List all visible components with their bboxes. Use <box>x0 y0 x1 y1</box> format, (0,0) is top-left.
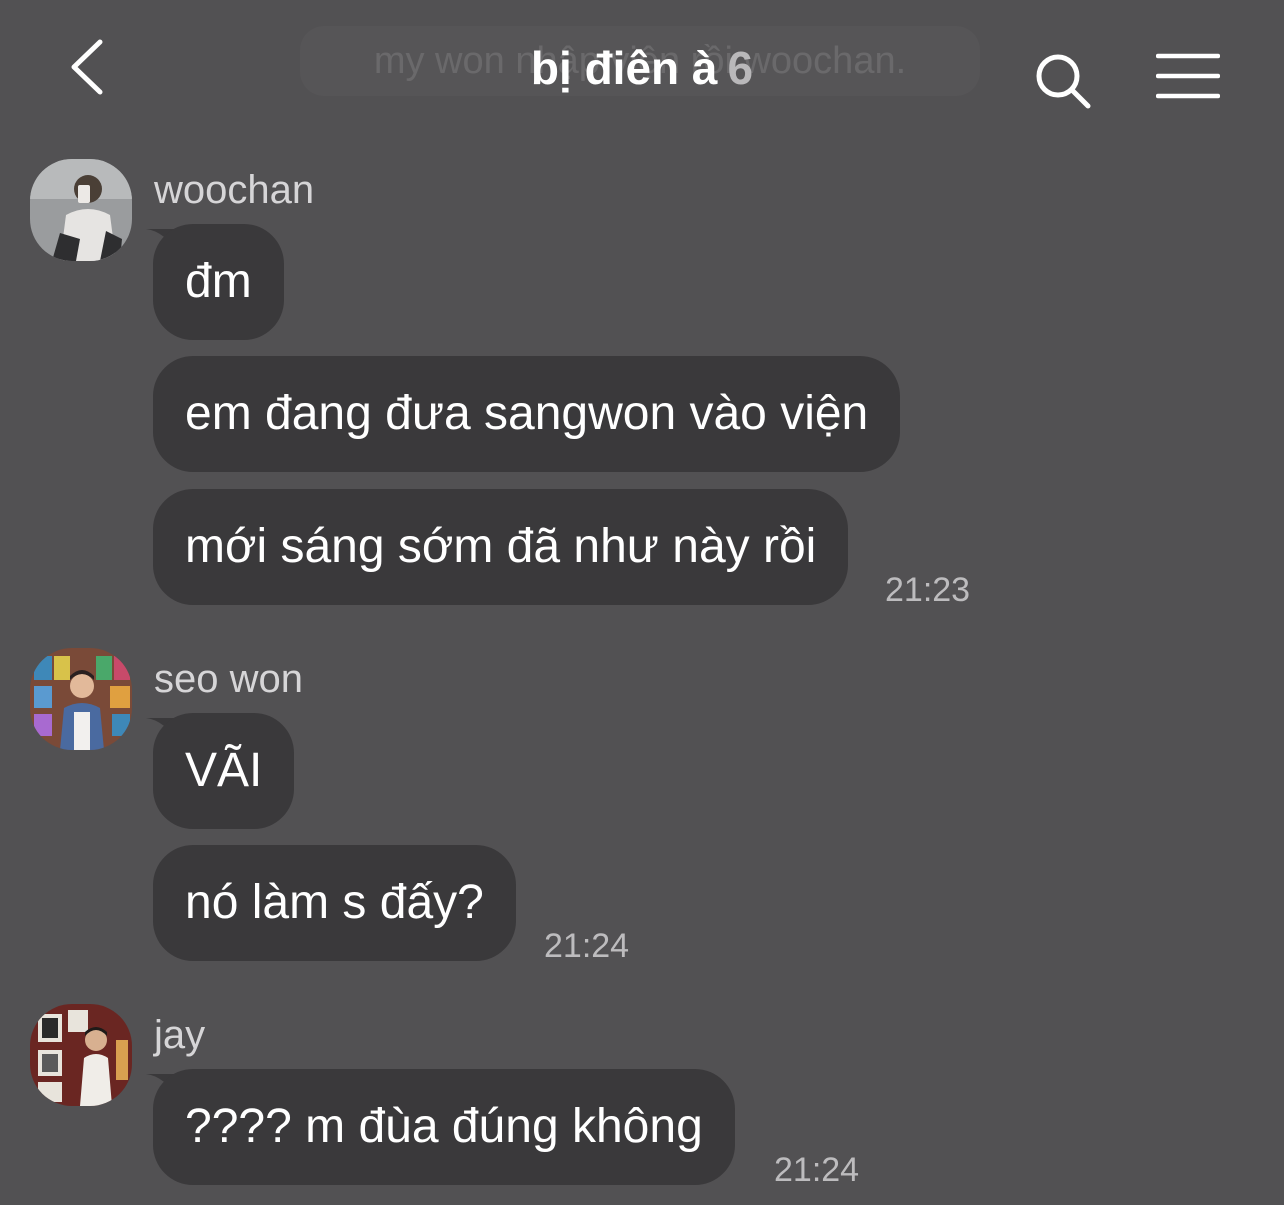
avatar[interactable] <box>30 159 132 261</box>
avatar[interactable] <box>30 648 132 750</box>
message-time: 21:23 <box>885 571 971 609</box>
profile-photo-icon <box>30 648 132 750</box>
chat-header: my won nhập viện rồi woochan. bị điên à6 <box>0 0 1284 140</box>
profile-photo-icon <box>30 159 132 261</box>
profile-photo-icon <box>30 1004 132 1106</box>
message-group: jay ???? m đùa đúng không 21:24 <box>0 1004 1284 1204</box>
sender-name: seo won <box>154 657 303 701</box>
sender-name: jay <box>154 1013 206 1057</box>
sender-name: woochan <box>154 168 315 212</box>
message-bubble[interactable]: ???? m đùa đúng không <box>153 1069 735 1185</box>
message-bubble[interactable]: em đang đưa sangwon vào viện <box>153 356 901 472</box>
message-bubble[interactable]: VÃI <box>153 713 295 829</box>
back-button[interactable] <box>60 34 120 98</box>
avatar[interactable] <box>30 1004 132 1106</box>
message-time: 21:24 <box>544 927 630 965</box>
message-bubble[interactable]: mới sáng sớm đã như này rồi <box>153 489 849 605</box>
back-arrow-icon <box>71 39 103 95</box>
menu-button[interactable] <box>1155 52 1221 100</box>
search-icon <box>1036 54 1091 109</box>
message-bubble[interactable]: đm <box>153 224 284 340</box>
message-time: 21:24 <box>774 1151 860 1189</box>
pinned-message-preview[interactable]: my won nhập viện rồi woochan. <box>300 26 980 96</box>
message-group: seo won VÃI nó làm s đấy? 21:24 <box>0 648 1284 968</box>
menu-icon <box>1155 53 1221 99</box>
search-button[interactable] <box>1030 48 1096 114</box>
message-bubble[interactable]: nó làm s đấy? <box>153 845 516 961</box>
message-group: woochan đm em đang đưa sangwon vào viện … <box>0 159 1284 609</box>
